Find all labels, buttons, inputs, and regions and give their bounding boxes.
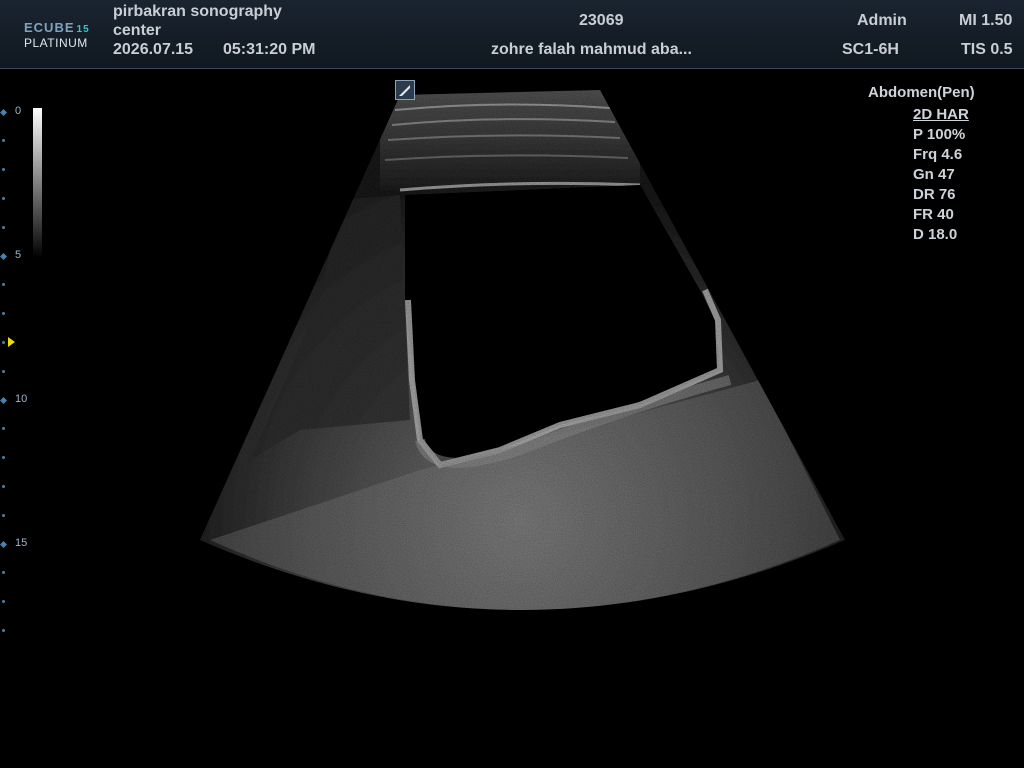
depth-tick xyxy=(2,427,5,430)
depth-tick xyxy=(2,341,5,344)
depth-tick xyxy=(2,226,5,229)
dynamic-range-value: DR 76 xyxy=(913,186,956,203)
patient-id: 23069 xyxy=(579,12,624,29)
focus-marker-icon[interactable] xyxy=(8,337,15,347)
header-bar: ECUBE 15 PLATINUM pirbakran sonography ce… xyxy=(0,0,1024,69)
depth-label-15: 15 xyxy=(15,537,28,549)
depth-tick xyxy=(0,252,8,261)
depth-scale: 0 5 10 15 xyxy=(0,0,42,768)
depth-tick xyxy=(2,485,5,488)
depth-value: D 18.0 xyxy=(913,226,958,243)
exam-preset[interactable]: Abdomen(Pen) xyxy=(868,84,975,101)
frame-rate-value: FR 40 xyxy=(913,206,954,223)
depth-tick xyxy=(2,456,5,459)
probe-name: SC1-6H xyxy=(842,41,899,58)
depth-tick xyxy=(2,312,5,315)
depth-tick xyxy=(0,540,8,549)
ultrasound-screen: ECUBE 15 PLATINUM pirbakran sonography ce… xyxy=(0,0,1024,768)
depth-label-10: 10 xyxy=(15,393,28,405)
frequency-value: Frq 4.6 xyxy=(913,146,963,163)
mechanical-index: MI 1.50 xyxy=(959,12,1013,29)
imaging-mode[interactable]: 2D HAR xyxy=(913,106,969,123)
ultrasound-image xyxy=(200,90,845,610)
depth-tick xyxy=(2,571,5,574)
depth-tick xyxy=(2,629,5,632)
orientation-marker-icon xyxy=(395,80,415,100)
grayscale-bar xyxy=(33,108,42,258)
power-value: P 100% xyxy=(913,126,966,143)
hospital-name-line1: pirbakran sonography xyxy=(113,3,282,20)
thermal-index: TIS 0.5 xyxy=(961,41,1013,58)
depth-label-5: 5 xyxy=(15,249,22,261)
depth-label-0: 0 xyxy=(15,105,22,117)
depth-tick xyxy=(2,283,5,286)
exam-time: 05:31:20 PM xyxy=(223,41,316,58)
depth-tick xyxy=(2,514,5,517)
gain-value: Gn 47 xyxy=(913,166,955,183)
depth-tick xyxy=(2,139,5,142)
depth-tick xyxy=(2,370,5,373)
depth-tick xyxy=(0,396,8,405)
depth-tick xyxy=(2,600,5,603)
hospital-name-line2: center xyxy=(113,22,162,39)
user-name: Admin xyxy=(857,12,907,29)
depth-tick xyxy=(0,108,8,117)
exam-date: 2026.07.15 xyxy=(113,41,194,58)
depth-tick xyxy=(2,168,5,171)
patient-name: zohre falah mahmud aba... xyxy=(491,41,692,58)
depth-tick xyxy=(2,197,5,200)
